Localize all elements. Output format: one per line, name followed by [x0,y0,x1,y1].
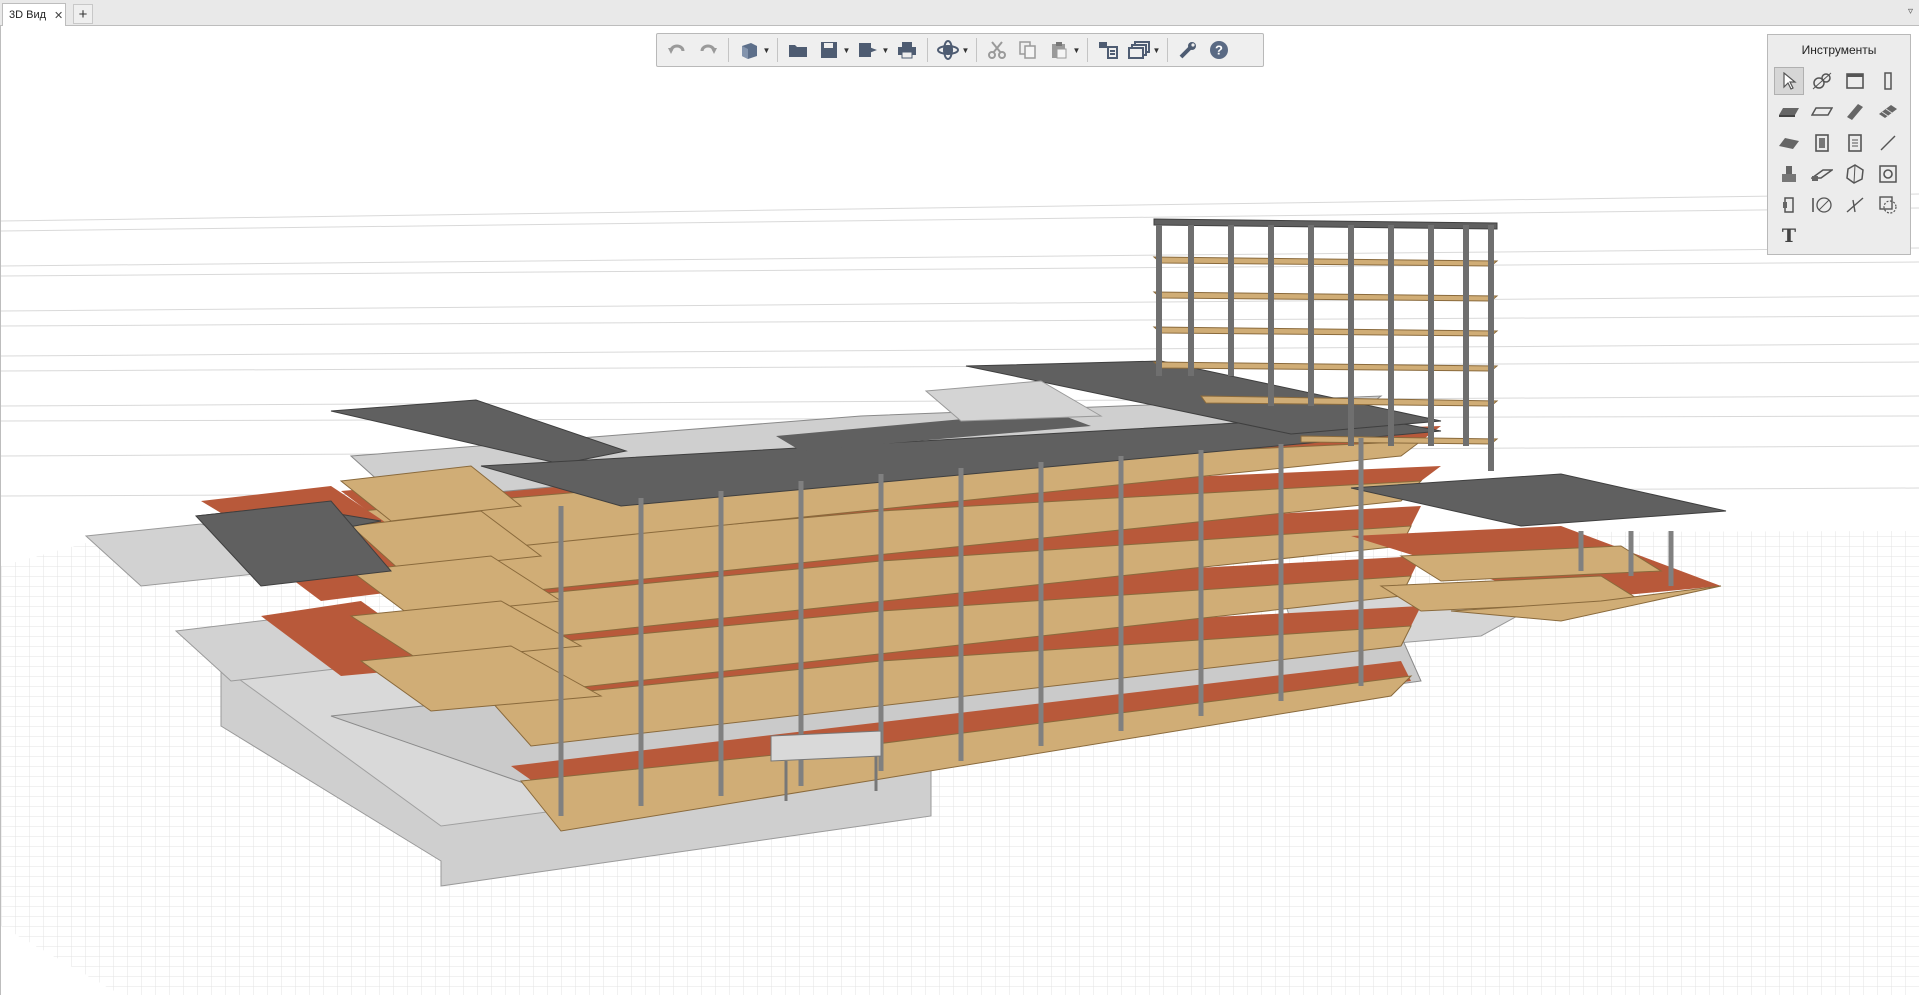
entrance-canopy [770,730,882,762]
chevron-down-icon[interactable]: ▼ [961,46,970,55]
views-icon[interactable] [1125,37,1153,63]
cut-icon[interactable] [983,37,1011,63]
stair-icon[interactable] [1873,98,1903,126]
column-icon[interactable] [1873,67,1903,95]
roof-icon[interactable] [1774,129,1804,157]
chevron-down-icon[interactable]: ▼ [842,46,851,55]
main-toolbar: ▼ ▼ ▼ ▼ ▼ ▼ ? [656,33,1264,67]
tools-panel-title: Инструменты [1801,43,1877,57]
settings-wrench-icon[interactable] [1174,37,1202,63]
save-icon[interactable] [815,37,843,63]
chevron-down-icon[interactable]: ▼ [762,46,771,55]
open-folder-icon[interactable] [784,37,812,63]
tab-bar: 3D Вид ✕ + ▿ [0,0,1919,26]
polygon-icon[interactable] [1840,160,1870,188]
toolbar-separator [777,38,778,62]
select-pointer-icon[interactable] [1774,67,1804,95]
line-icon[interactable] [1873,129,1903,157]
toolbar-separator [927,38,928,62]
toolbar-separator [976,38,977,62]
paste-icon[interactable] [1045,37,1073,63]
toolbar-separator [1167,38,1168,62]
chevron-down-icon[interactable]: ▼ [881,46,890,55]
orbit-icon[interactable] [934,37,962,63]
3d-viewport[interactable]: ▼ ▼ ▼ ▼ ▼ ▼ ? Инструменты T [0,26,1919,995]
export-icon[interactable] [854,37,882,63]
chevron-down-icon[interactable]: ▼ [1072,46,1081,55]
opening-icon[interactable] [1873,160,1903,188]
beam-icon[interactable] [1840,98,1870,126]
text-icon[interactable]: T [1774,222,1804,250]
undo-icon[interactable] [663,37,691,63]
chevron-down-icon[interactable]: ▼ [1152,46,1161,55]
copy-icon[interactable] [1014,37,1042,63]
dimension-icon[interactable] [1807,191,1837,219]
ramp-icon[interactable] [1807,160,1837,188]
toolbar-separator [728,38,729,62]
help-label: ? [1215,43,1223,58]
tab-menu-icon[interactable]: ▿ [1908,6,1913,17]
panel-icon[interactable] [1840,129,1870,157]
foundation-icon[interactable] [1774,160,1804,188]
toolbar-separator [1087,38,1088,62]
add-tab-button[interactable]: + [73,4,93,24]
tools-panel: Инструменты T [1767,34,1911,255]
model-scene [1,193,1919,995]
axis-icon[interactable] [1807,67,1837,95]
redo-icon[interactable] [694,37,722,63]
tools-grid: T [1774,67,1905,253]
help-icon[interactable]: ? [1205,37,1233,63]
slab-icon[interactable] [1774,98,1804,126]
tab-close-icon[interactable]: ✕ [54,9,63,22]
print-icon[interactable] [893,37,921,63]
tab-label: 3D Вид [9,9,47,21]
trim-icon[interactable] [1840,191,1870,219]
view-cube-icon[interactable] [735,37,763,63]
window-icon[interactable] [1840,67,1870,95]
layers-icon[interactable] [1094,37,1122,63]
floor-plate-icon[interactable] [1807,98,1837,126]
wall-segment-icon[interactable] [1774,191,1804,219]
tab-3d-view[interactable]: 3D Вид ✕ [2,3,66,26]
door-icon[interactable] [1807,129,1837,157]
hatch-icon[interactable] [1873,191,1903,219]
